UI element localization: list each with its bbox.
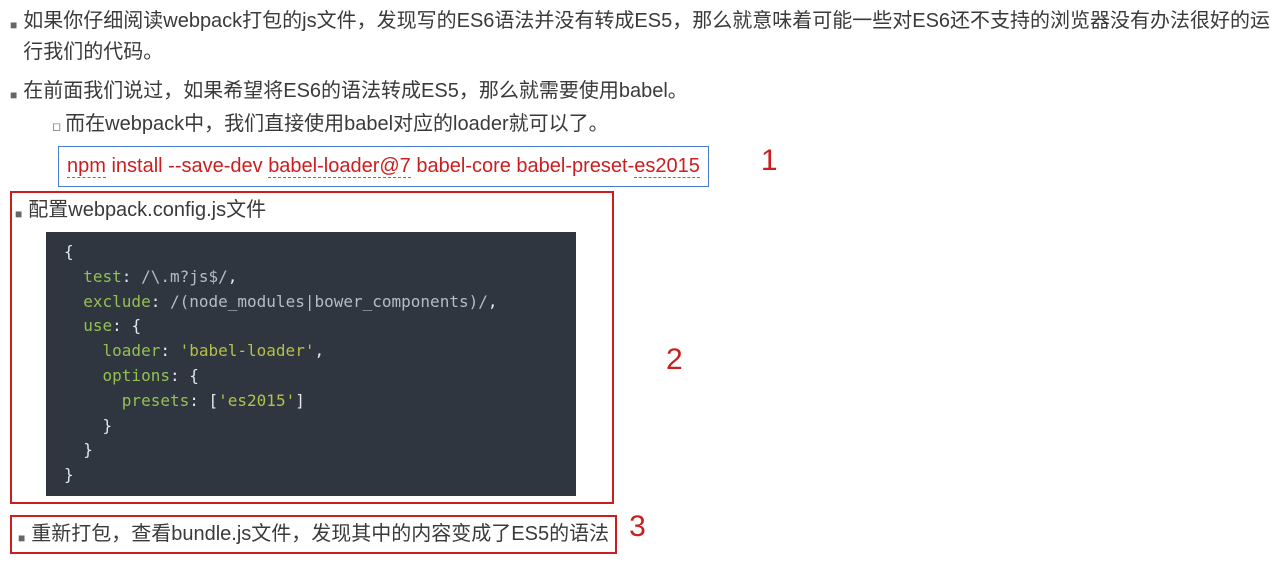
bullet-item-3: ■ 配置webpack.config.js文件 [15, 195, 612, 226]
annotation-number-1: 1 [761, 138, 778, 185]
repack-section-box: ■ 重新打包，查看bundle.js文件，发现其中的内容变成了ES5的语法 [10, 515, 617, 554]
cmd-part-npm: npm [67, 155, 106, 178]
bullet-item-2-sub: ◻ 而在webpack中，我们直接使用babel对应的loader就可以了。 [52, 109, 1277, 140]
bullet-2-text: 在前面我们说过，如果希望将ES6的语法转成ES5，那么就需要使用babel。 [23, 76, 688, 107]
config-row: ■ 配置webpack.config.js文件 { test: /\.m?js$… [10, 187, 1277, 504]
bullet-2-sub-text: 而在webpack中，我们直接使用babel对应的loader就可以了。 [65, 109, 608, 140]
annotation-number-2: 2 [666, 337, 683, 384]
cmd-part-loader: babel-loader@7 [268, 155, 411, 178]
annotation-number-3: 3 [629, 504, 646, 551]
square-bullet-icon: ■ [10, 16, 17, 35]
install-row: npm install --save-dev babel-loader@7 ba… [10, 140, 1277, 187]
install-command-box: npm install --save-dev babel-loader@7 ba… [58, 146, 709, 187]
cmd-part-es2015: es2015 [634, 155, 700, 178]
bullet-4-text: 重新打包，查看bundle.js文件，发现其中的内容变成了ES5的语法 [31, 519, 609, 550]
bullet-3-text: 配置webpack.config.js文件 [28, 195, 266, 226]
bullet-item-1: ■ 如果你仔细阅读webpack打包的js文件，发现写的ES6语法并没有转成ES… [10, 6, 1277, 68]
cmd-part-2: install --save-dev [106, 155, 268, 177]
bullet-item-2: ■ 在前面我们说过，如果希望将ES6的语法转成ES5，那么就需要使用babel。 [10, 76, 1277, 107]
repack-row: ■ 重新打包，查看bundle.js文件，发现其中的内容变成了ES5的语法 3 [10, 504, 1277, 555]
config-section-box: ■ 配置webpack.config.js文件 { test: /\.m?js$… [10, 191, 614, 504]
code-block: { test: /\.m?js$/, exclude: /(node_modul… [46, 232, 576, 496]
bullet-1-text: 如果你仔细阅读webpack打包的js文件，发现写的ES6语法并没有转成ES5，… [23, 6, 1277, 68]
hollow-square-bullet-icon: ◻ [52, 119, 61, 136]
square-bullet-icon: ■ [18, 529, 25, 548]
square-bullet-icon: ■ [10, 86, 17, 105]
cmd-part-4: babel-core babel-preset- [411, 155, 634, 177]
bullet-item-4: ■ 重新打包，查看bundle.js文件，发现其中的内容变成了ES5的语法 [18, 519, 609, 550]
square-bullet-icon: ■ [15, 205, 22, 224]
